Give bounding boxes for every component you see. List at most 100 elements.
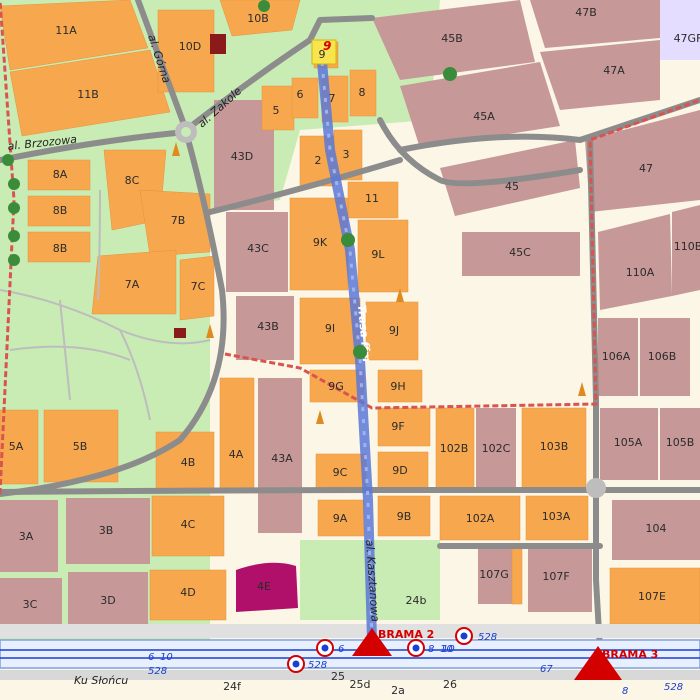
building-label: 7C <box>191 280 206 293</box>
building-label: 103B <box>540 440 569 453</box>
building-label: 26 <box>443 678 457 691</box>
building-label: 11 <box>365 192 379 205</box>
building-label: 9L <box>371 248 385 261</box>
tree-icon <box>353 345 367 359</box>
building-label: 9A <box>333 512 348 525</box>
building-label: 106A <box>602 350 631 363</box>
bus-line: 528 <box>664 682 683 693</box>
church-icon <box>210 34 226 54</box>
tree-icon <box>258 0 270 12</box>
park-area-top-right <box>660 0 700 60</box>
building-label: 24f <box>223 680 242 693</box>
building-label: 45B <box>441 32 463 45</box>
building-label: 25 <box>331 670 345 683</box>
tree-icon <box>8 254 20 266</box>
building-label: 9H <box>390 380 405 393</box>
building-label: 9J <box>389 324 399 337</box>
tree-icon <box>341 233 355 247</box>
church-icon-small <box>174 328 186 338</box>
building-label: 107E <box>638 590 666 603</box>
building-label: 9 <box>319 48 326 61</box>
building-label: 5 <box>273 104 280 117</box>
building-label: 45C <box>509 246 531 259</box>
building-label: 3B <box>99 524 114 537</box>
building-label: 7 <box>329 92 336 105</box>
building-label: 4C <box>181 518 196 531</box>
bus-line: 6 <box>148 652 154 663</box>
building-label: 4E <box>257 580 271 593</box>
building-label: 3D <box>100 594 115 607</box>
building-label: 43A <box>271 452 293 465</box>
building-label: 45 <box>505 180 519 193</box>
gate-3-label: BRAMA 3 <box>602 648 658 661</box>
tree-icon <box>2 154 14 166</box>
bus-line: 6 <box>338 644 344 655</box>
bus-line: 10 <box>160 652 173 663</box>
street-slonca: Ku Słońcu <box>74 674 128 687</box>
building-label: 104 <box>646 522 667 535</box>
tree-icon <box>8 202 20 214</box>
tree-icon <box>443 67 457 81</box>
building-label: 9K <box>313 236 328 249</box>
building-label: 102B <box>440 442 469 455</box>
building-label: 7B <box>171 214 186 227</box>
building-label: 106B <box>648 350 677 363</box>
curb-top <box>0 624 700 638</box>
building-label: 3C <box>23 598 38 611</box>
building-label: 8A <box>53 168 68 181</box>
building-label: 105A <box>614 436 643 449</box>
building-label: 3A <box>19 530 34 543</box>
building-label: 105B <box>666 436 695 449</box>
block-47a <box>540 40 660 110</box>
building-label: 25d <box>350 678 371 691</box>
building-label: 9C <box>333 466 348 479</box>
bus-line: 528 <box>148 666 167 677</box>
building-label: 45A <box>473 110 495 123</box>
roundabout-small <box>586 478 606 498</box>
tree-icon <box>8 178 20 190</box>
building-label: 47A <box>603 64 625 77</box>
building-label: 11A <box>55 24 77 37</box>
building-label: 107F <box>542 570 569 583</box>
building-label: 6 <box>297 88 304 101</box>
building-label: 8B <box>53 204 68 217</box>
building-label: 47B <box>575 6 597 19</box>
building-label: 4B <box>181 456 196 469</box>
bus-line: 8 <box>428 644 434 655</box>
building-label: 5B <box>73 440 88 453</box>
building-label: 8C <box>125 174 140 187</box>
bldg-4a <box>219 377 255 489</box>
tree-icon <box>8 230 20 242</box>
building-label: 5A <box>9 440 24 453</box>
building-label: 3 <box>343 148 350 161</box>
building-label: 43C <box>247 242 269 255</box>
building-label: 47GF <box>674 32 700 45</box>
bus-line: 67 <box>540 664 553 675</box>
building-label: 24b <box>406 594 427 607</box>
building-label: 43B <box>257 320 279 333</box>
building-label: 9G <box>328 380 344 393</box>
building-label: 8B <box>53 242 68 255</box>
building-label: 47 <box>639 162 653 175</box>
building-label: 102C <box>482 442 511 455</box>
bldg-107g-strip <box>511 547 523 605</box>
building-label: 9B <box>397 510 412 523</box>
building-label: 11B <box>77 88 99 101</box>
building-label: 9D <box>392 464 407 477</box>
building-label: 107G <box>479 568 509 581</box>
bus-line: 528 <box>478 632 497 643</box>
building-label: 4A <box>229 448 244 461</box>
building-label: 9I <box>325 322 335 335</box>
building-label: 110B <box>674 240 700 253</box>
gate-2-label: BRAMA 2 <box>378 628 434 641</box>
bus-line: 528 <box>308 660 327 671</box>
building-label: 9F <box>391 420 404 433</box>
building-label: 103A <box>542 510 571 523</box>
building-label: 110A <box>626 266 655 279</box>
building-label: 10B <box>247 12 269 25</box>
building-label: 10D <box>179 40 201 53</box>
map-canvas[interactable]: Trasa ffm 9 11A11B10D10B956 7 82 343D8A8… <box>0 0 700 700</box>
building-label: 102A <box>466 512 495 525</box>
building-label: 43D <box>231 150 253 163</box>
building-label: 2a <box>391 684 405 697</box>
